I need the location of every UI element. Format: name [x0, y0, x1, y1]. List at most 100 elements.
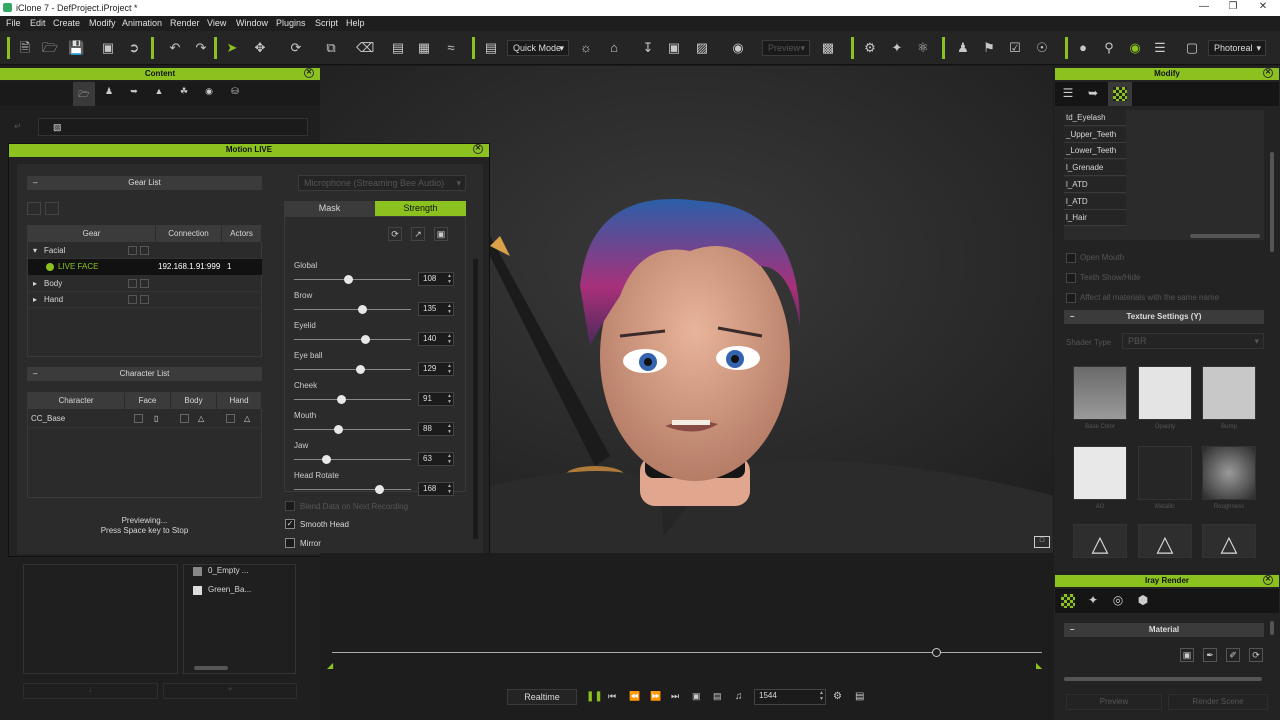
table-row[interactable]: ▾ Facial: [28, 243, 262, 259]
material-list-item[interactable]: _Lower_Teeth: [1064, 143, 1126, 160]
slider-track[interactable]: [294, 425, 411, 434]
remove-icon[interactable]: [140, 295, 149, 304]
roughness-texture[interactable]: [1202, 446, 1256, 500]
spinner-icon[interactable]: ▲ ▼: [447, 363, 452, 375]
probe-icon[interactable]: ☉: [1034, 40, 1050, 56]
warning-icon[interactable]: △: [1138, 524, 1192, 558]
render-icon[interactable]: ◉: [1127, 40, 1143, 56]
open-mouth-checkbox[interactable]: [1066, 253, 1076, 263]
material-list-item[interactable]: l_Grenade: [1064, 160, 1126, 177]
light-icon[interactable]: ✦: [1085, 593, 1101, 607]
scrollbar[interactable]: [1270, 621, 1274, 635]
smooth-head-checkbox[interactable]: ✓: [285, 519, 295, 529]
slider-track[interactable]: [294, 455, 411, 464]
slider-track[interactable]: [294, 275, 411, 284]
slider-knob[interactable]: [361, 335, 370, 344]
rotate-icon[interactable]: ⟳: [288, 40, 304, 56]
slider-knob[interactable]: [375, 485, 384, 494]
drop-to-floor-icon[interactable]: ↧: [640, 40, 656, 56]
molecule-icon[interactable]: ⚛: [915, 40, 931, 56]
slider-knob[interactable]: [344, 275, 353, 284]
scene-icon[interactable]: ▲: [150, 86, 168, 96]
camera-target-icon[interactable]: ◉: [730, 40, 746, 56]
menu-file[interactable]: File: [6, 18, 21, 28]
opacity-texture[interactable]: [1138, 366, 1192, 420]
render-mode-dropdown[interactable]: Photoreal ▾: [1208, 40, 1266, 56]
slider-track[interactable]: [294, 365, 411, 374]
media-icon[interactable]: ◉: [200, 86, 218, 97]
remove-icon[interactable]: [140, 246, 149, 255]
remove-icon[interactable]: [140, 279, 149, 288]
ao-texture[interactable]: [1073, 446, 1127, 500]
spinner-icon[interactable]: ▲ ▼: [447, 273, 452, 285]
material-list-item[interactable]: td_Eyelash: [1064, 110, 1126, 126]
slider-value-input[interactable]: 140 ▲ ▼: [418, 332, 454, 346]
tab-strength[interactable]: Strength: [375, 201, 466, 216]
material-tab[interactable]: [1108, 82, 1132, 106]
mode-dropdown[interactable]: Quick Mode ▾: [507, 40, 569, 56]
comment-icon[interactable]: □: [1034, 536, 1050, 548]
move-icon[interactable]: ✥: [252, 40, 268, 56]
settings-sliders-icon[interactable]: ☰: [1060, 86, 1076, 100]
slider-value-input[interactable]: 129 ▲ ▼: [418, 362, 454, 376]
frame-icon[interactable]: ▣: [666, 40, 682, 56]
material-list-item[interactable]: l_ATD: [1064, 193, 1126, 210]
content-path[interactable]: ▧: [38, 118, 308, 136]
table-row[interactable]: CC_Base ▯ △ △: [28, 410, 262, 428]
remove-gear-icon[interactable]: [45, 202, 59, 215]
scrollbar[interactable]: [1190, 234, 1260, 238]
preview-dropdown[interactable]: Preview ▾: [762, 40, 810, 56]
blend-data-checkbox[interactable]: [285, 501, 295, 511]
minimize-icon[interactable]: —: [1196, 1, 1212, 15]
material-header[interactable]: – Material: [1064, 623, 1264, 637]
spinner-icon[interactable]: ▲ ▼: [447, 453, 452, 465]
character-list-header[interactable]: – Character List: [27, 367, 262, 381]
save-icon[interactable]: ▣: [1180, 648, 1194, 662]
sphere-icon[interactable]: ●: [1075, 40, 1091, 56]
metallic-texture[interactable]: [1138, 446, 1192, 500]
gear-list-header[interactable]: – Gear List: [27, 176, 262, 190]
scale-icon[interactable]: ⧉: [323, 40, 339, 56]
spinner-icon[interactable]: ▲ ▼: [447, 333, 452, 345]
spinner-icon[interactable]: ▲ ▼: [447, 423, 452, 435]
loop-icon[interactable]: ▣: [692, 691, 701, 702]
playhead[interactable]: [932, 648, 941, 657]
video-camera-icon[interactable]: ▩: [820, 40, 836, 56]
table-row-live-face[interactable]: LIVE FACE 192.168.1.91:999 1: [28, 259, 262, 275]
menu-view[interactable]: View: [207, 18, 226, 28]
timeline-icon[interactable]: ▤: [855, 691, 864, 702]
folder-icon[interactable]: 🗁: [73, 82, 95, 106]
table-row[interactable]: ▸ Body: [28, 276, 262, 292]
collapse-arrow-icon[interactable]: ▾: [33, 243, 37, 258]
slider-value-input[interactable]: 108 ▲ ▼: [418, 272, 454, 286]
table-row[interactable]: ▸ Hand: [28, 292, 262, 308]
bump-texture[interactable]: [1202, 366, 1256, 420]
scrollbar[interactable]: [1064, 677, 1262, 681]
pause-icon[interactable]: ❚❚: [586, 691, 603, 702]
camera-icon[interactable]: ⛁: [226, 86, 244, 97]
motion-icon[interactable]: ➥: [1085, 86, 1101, 100]
spinner-icon[interactable]: ▲ ▼: [447, 483, 452, 495]
collapse-icon[interactable]: –: [1070, 623, 1074, 637]
prop-icon[interactable]: ☘: [175, 86, 193, 97]
mirror-checkbox[interactable]: [285, 538, 295, 548]
save-icon[interactable]: 💾: [68, 40, 84, 56]
close-icon[interactable]: ✕: [1263, 68, 1273, 78]
affect-all-checkbox[interactable]: [1066, 293, 1076, 303]
tab-mask[interactable]: Mask: [284, 201, 375, 216]
shader-type-dropdown[interactable]: PBR ▾: [1122, 333, 1264, 349]
align-icon[interactable]: ▤: [390, 40, 406, 56]
spinner-icon[interactable]: ▲ ▼: [447, 303, 452, 315]
slider-track[interactable]: [294, 395, 411, 404]
checker-icon[interactable]: [1061, 594, 1075, 608]
material-list-item[interactable]: l_Hair: [1064, 210, 1126, 227]
expand-arrow-icon[interactable]: ▸: [33, 276, 37, 291]
eraser-icon[interactable]: ⌫: [356, 40, 374, 56]
collapse-icon[interactable]: –: [33, 367, 37, 381]
people-icon[interactable]: ♟: [955, 40, 971, 56]
close-icon[interactable]: ✕: [304, 68, 314, 78]
globe-icon[interactable]: ◎: [1110, 593, 1126, 607]
panel-scrollbar[interactable]: [473, 259, 478, 539]
collapse-icon[interactable]: –: [33, 176, 37, 190]
flag-icon[interactable]: ⚑: [981, 40, 997, 56]
